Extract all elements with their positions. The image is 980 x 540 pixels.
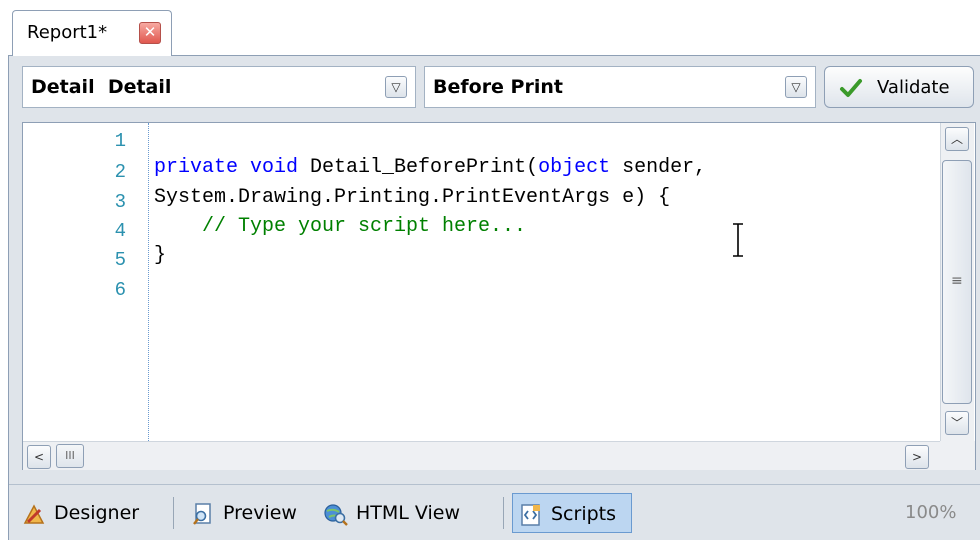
code-comment: // Type your script here...	[154, 215, 527, 238]
line-number: 4	[114, 220, 126, 242]
line-number: 1	[114, 130, 126, 152]
horizontal-scrollbar[interactable]: < >	[23, 441, 940, 470]
line-number: 6	[114, 279, 126, 301]
chevron-down-icon[interactable]: ▽	[785, 76, 807, 98]
checkmark-icon	[840, 79, 862, 97]
scripts-tab[interactable]: Scripts	[512, 493, 632, 533]
code-line: private void Detail_BeforePrint(object s…	[154, 156, 706, 179]
validate-label: Validate	[877, 77, 950, 98]
preview-label: Preview	[223, 502, 297, 524]
code-keyword: private void	[154, 156, 299, 179]
html-view-tab[interactable]: HTML View	[318, 493, 494, 533]
event-select[interactable]: Before Print ▽	[424, 66, 816, 108]
html-view-icon	[324, 504, 348, 526]
scroll-up-icon[interactable]: ︿	[945, 127, 969, 151]
code-text: System.Drawing.Printing.PrintEventArgs e…	[154, 186, 671, 209]
line-number: 2	[114, 161, 126, 183]
designer-icon	[23, 504, 45, 524]
scripts-label: Scripts	[551, 503, 617, 525]
line-number-gutter: 1 2 3 4 5 6	[23, 123, 149, 441]
code-text: Detail_BeforePrint(	[298, 156, 539, 179]
vertical-scroll-thumb[interactable]: ≡	[942, 160, 972, 404]
code-text: sender,	[610, 156, 707, 179]
preview-tab[interactable]: Preview	[185, 493, 313, 533]
scroll-left-icon[interactable]: <	[27, 445, 51, 469]
code-line: System.Drawing.Printing.PrintEventArgs e…	[154, 186, 670, 209]
event-select-value: Before Print	[433, 76, 563, 98]
text-cursor-icon	[733, 223, 743, 257]
document-tab-label: Report1*	[27, 22, 108, 43]
preview-icon	[193, 503, 211, 525]
designer-label: Designer	[54, 502, 140, 524]
validate-button[interactable]: Validate	[824, 66, 974, 108]
scroll-right-icon[interactable]: >	[905, 445, 929, 469]
scroll-down-icon[interactable]: ﹀	[945, 411, 969, 435]
code-line: }	[154, 244, 166, 267]
horizontal-scroll-thumb[interactable]: III	[56, 444, 84, 468]
component-select[interactable]: Detail Detail ▽	[22, 66, 416, 108]
code-text: }	[154, 244, 167, 267]
grip-icon: ≡	[951, 273, 963, 289]
zoom-level: 100%	[905, 502, 957, 523]
line-number: 5	[114, 249, 126, 271]
code-line: // Type your script here...	[154, 215, 526, 238]
html-view-label: HTML View	[356, 502, 460, 524]
code-keyword: object	[538, 156, 611, 179]
line-number: 3	[114, 191, 126, 213]
scrollbar-corner	[940, 441, 975, 470]
separator	[503, 497, 504, 529]
component-select-value: Detail Detail	[31, 76, 172, 98]
document-tab-report1[interactable]: Report1* ✕	[12, 10, 172, 56]
chevron-down-icon[interactable]: ▽	[385, 76, 407, 98]
separator	[173, 497, 174, 529]
scripts-icon	[521, 504, 540, 526]
designer-tab[interactable]: Designer	[16, 493, 162, 533]
close-icon[interactable]: ✕	[139, 22, 161, 44]
